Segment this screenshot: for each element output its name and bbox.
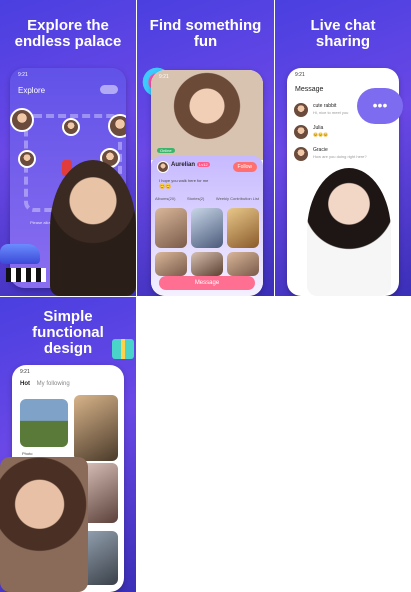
chat-preview: Hi, nice to meet you bbox=[313, 110, 349, 115]
chat-name: Julia bbox=[313, 125, 324, 131]
panel-design: Simple functional design 9:21 Hot My fol… bbox=[0, 297, 136, 592]
profile-tabs: Albums(20) Stories(2) Weekly Contributio… bbox=[155, 196, 259, 201]
profile-card: Aurelian Lv12 Follow I hope you walk her… bbox=[151, 156, 263, 296]
woman-photo bbox=[50, 160, 136, 296]
status-time: 9:21 bbox=[295, 72, 305, 78]
car-icon bbox=[0, 244, 40, 264]
greeting-text: I hope you walk here for me bbox=[159, 178, 209, 183]
album-photo[interactable] bbox=[191, 252, 223, 276]
message-header: Message bbox=[295, 86, 324, 93]
gift-icon bbox=[112, 339, 134, 359]
tab-stories[interactable]: Stories(2) bbox=[187, 196, 204, 201]
chat-name: Gracie bbox=[313, 147, 328, 153]
woman-photo bbox=[0, 457, 88, 592]
album-photo[interactable] bbox=[155, 208, 187, 248]
status-time: 9:21 bbox=[159, 74, 169, 80]
avatar bbox=[293, 124, 309, 140]
phone-mockup: 9:21 Aurelian Lv12 Follow I hope you wal… bbox=[151, 70, 263, 296]
online-badge: Online bbox=[157, 148, 175, 153]
album-photo[interactable] bbox=[191, 208, 223, 248]
panel-explore: Explore the endless palace 9:21 Explore … bbox=[0, 0, 136, 296]
panel-find: Find something fun 9:21 Aurelian Lv12 Fo… bbox=[137, 0, 274, 296]
level-badge: Lv12 bbox=[197, 162, 210, 167]
chat-name: cute rabbit bbox=[313, 103, 337, 109]
chat-item[interactable]: Gracie How are you doing right here? bbox=[293, 146, 393, 168]
screen-title: Explore bbox=[18, 86, 46, 95]
feed-tabs: Hot My following bbox=[20, 381, 70, 387]
tab-contribution[interactable]: Weekly Contribution List bbox=[216, 196, 259, 201]
avatar bbox=[293, 146, 309, 162]
album-photo[interactable] bbox=[227, 252, 259, 276]
avatar[interactable] bbox=[108, 114, 126, 138]
status-time: 9:21 bbox=[18, 72, 28, 78]
avatar[interactable] bbox=[62, 118, 80, 136]
tab-albums[interactable]: Albums(20) bbox=[155, 196, 175, 201]
feed-photo[interactable] bbox=[74, 395, 118, 461]
avatar[interactable] bbox=[18, 150, 36, 168]
chat-bubble-icon: ••• bbox=[357, 88, 403, 124]
tab-hot[interactable]: Hot bbox=[20, 381, 30, 387]
avatar[interactable] bbox=[157, 161, 169, 173]
user-name: Aurelian bbox=[171, 162, 196, 168]
chat-preview: How are you doing right here? bbox=[313, 154, 367, 159]
checkered-flag-icon bbox=[6, 268, 46, 282]
panel-title: Find something fun bbox=[149, 17, 262, 50]
panel-title: Explore the endless palace bbox=[14, 17, 122, 50]
woman-photo bbox=[307, 168, 391, 296]
panel-title: Live chat sharing bbox=[310, 17, 376, 50]
follow-button[interactable]: Follow bbox=[232, 162, 257, 172]
message-button[interactable]: Message bbox=[159, 276, 255, 290]
message-button-label: Message bbox=[194, 280, 220, 286]
album-photo[interactable] bbox=[227, 208, 259, 248]
status-time: 9:21 bbox=[20, 369, 30, 375]
chat-item[interactable]: Julia 😊😊😊 bbox=[293, 124, 393, 146]
album-photo[interactable] bbox=[155, 252, 187, 276]
chat-preview: 😊😊😊 bbox=[313, 132, 328, 137]
panel-chat: Live chat sharing 9:21 Message cute rabb… bbox=[275, 0, 411, 296]
avatar bbox=[293, 102, 309, 118]
avatar[interactable] bbox=[10, 108, 34, 132]
feed-photo[interactable] bbox=[20, 399, 68, 447]
toggle-icon[interactable] bbox=[100, 85, 118, 94]
feed-caption: Photo bbox=[22, 451, 33, 456]
emoji-row: 😊😊 bbox=[159, 184, 172, 190]
tab-following[interactable]: My following bbox=[37, 381, 70, 387]
